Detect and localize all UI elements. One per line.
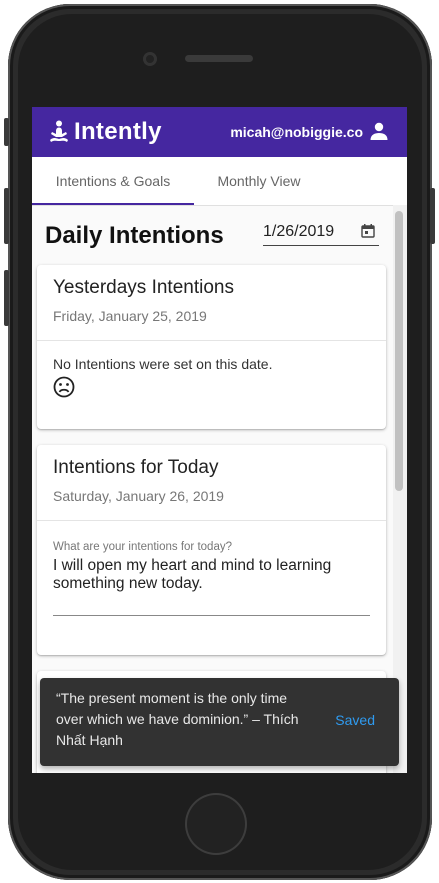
app-title: Intently bbox=[74, 118, 162, 145]
date-picker-field[interactable]: 1/26/2019 bbox=[263, 219, 379, 246]
sad-face-icon bbox=[53, 376, 75, 398]
date-input-value[interactable]: 1/26/2019 bbox=[263, 223, 334, 241]
phone-power-button bbox=[430, 188, 435, 244]
card-divider bbox=[37, 340, 386, 341]
tab-bar: Intentions & Goals Monthly View bbox=[32, 157, 407, 206]
user-email[interactable]: micah@nobiggie.co bbox=[230, 124, 363, 140]
phone-camera bbox=[143, 52, 157, 66]
textarea-underline bbox=[53, 615, 370, 616]
snackbar-saved-action[interactable]: Saved bbox=[335, 712, 375, 728]
app-bar: Intently micah@nobiggie.co bbox=[32, 107, 407, 157]
card-title: Intentions for Today bbox=[53, 457, 219, 478]
meditation-icon bbox=[50, 120, 68, 142]
yesterday-intentions-card: Yesterdays Intentions Friday, January 25… bbox=[37, 265, 386, 429]
tab-intentions-goals[interactable]: Intentions & Goals bbox=[32, 157, 194, 205]
snackbar-message: “The present moment is the only time ove… bbox=[56, 690, 299, 748]
tab-monthly-view[interactable]: Monthly View bbox=[194, 157, 324, 205]
page-title: Daily Intentions bbox=[45, 222, 224, 249]
card-date: Saturday, January 26, 2019 bbox=[53, 488, 224, 504]
card-divider bbox=[37, 520, 386, 521]
phone-volume-up-button bbox=[4, 188, 9, 244]
account-icon[interactable] bbox=[369, 121, 389, 141]
intentions-field-label: What are your intentions for today? bbox=[53, 541, 232, 553]
scrollbar-thumb[interactable] bbox=[395, 211, 403, 491]
card-title: Yesterdays Intentions bbox=[53, 277, 234, 298]
quote-snackbar: “The present moment is the only time ove… bbox=[40, 678, 399, 766]
phone-home-button[interactable] bbox=[185, 793, 247, 855]
app-screen: Intently micah@nobiggie.co Intentions & … bbox=[32, 107, 407, 773]
calendar-icon[interactable] bbox=[361, 224, 375, 238]
phone-side-button bbox=[4, 118, 9, 146]
card-date: Friday, January 25, 2019 bbox=[53, 308, 207, 324]
phone-speaker bbox=[185, 55, 253, 62]
phone-volume-down-button bbox=[4, 270, 9, 326]
empty-message: No Intentions were set on this date. bbox=[53, 356, 273, 372]
intentions-textarea[interactable]: I will open my heart and mind to learnin… bbox=[53, 557, 375, 593]
today-intentions-card: Intentions for Today Saturday, January 2… bbox=[37, 445, 386, 655]
